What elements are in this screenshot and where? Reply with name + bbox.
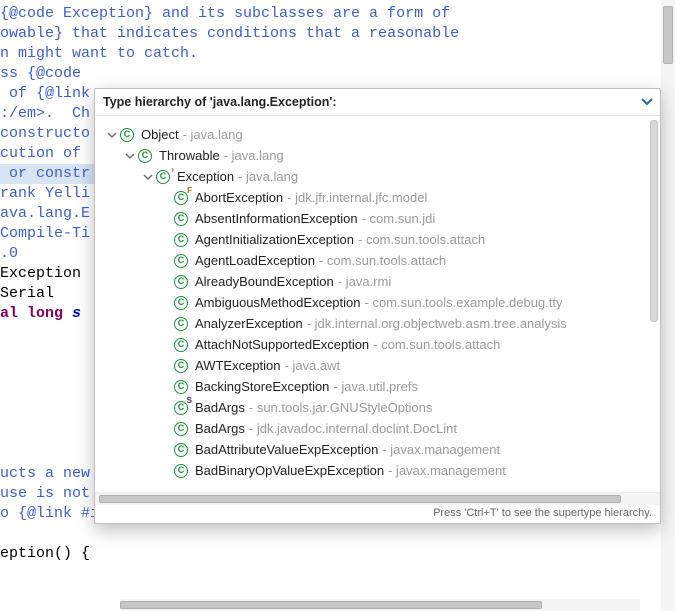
class-icon: [173, 442, 189, 458]
class-name: Object: [141, 127, 179, 142]
class-icon: [173, 211, 189, 227]
expand-toggle[interactable]: [141, 172, 155, 182]
popup-horizontal-scrollbar[interactable]: [95, 492, 660, 505]
tree-node[interactable]: BadArgs - jdk.javadoc.internal.doclint.D…: [105, 418, 660, 439]
package-name: - jdk.jfr.internal.jfc.model: [287, 190, 427, 205]
chevron-down-icon: [107, 130, 117, 140]
class-icon: F: [173, 190, 189, 206]
class-name: AnalyzerException: [195, 316, 303, 331]
popup-hint: Press 'Ctrl+T' to see the supertype hier…: [95, 505, 660, 523]
class-icon: [173, 463, 189, 479]
package-name: - java.lang: [238, 169, 298, 184]
tree-node[interactable]: ›Exception - java.lang: [105, 166, 660, 187]
package-name: - java.rmi: [338, 274, 391, 289]
package-name: - java.awt: [285, 358, 341, 373]
popup-title: Type hierarchy of 'java.lang.Exception':: [103, 95, 337, 109]
code-line: eption() {: [0, 544, 660, 564]
class-name: AbortException: [195, 190, 283, 205]
class-name: Exception: [177, 169, 234, 184]
code-line: [0, 524, 660, 544]
chevron-down-icon: [143, 172, 153, 182]
package-name: - java.lang: [224, 148, 284, 163]
package-name: - com.sun.tools.example.debug.tty: [365, 295, 563, 310]
class-name: BadArgs: [195, 400, 245, 415]
class-icon: [173, 358, 189, 374]
scrollbar-thumb[interactable]: [663, 6, 673, 64]
code-line: {@code Exception} and its subclasses are…: [0, 4, 660, 24]
editor-vertical-scrollbar[interactable]: [661, 0, 675, 611]
package-name: - java.util.prefs: [333, 379, 418, 394]
tree-node[interactable]: AgentInitializationException - com.sun.t…: [105, 229, 660, 250]
class-icon: [173, 253, 189, 269]
class-icon: [119, 127, 135, 143]
scrollbar-thumb[interactable]: [650, 120, 658, 322]
popup-body: Object - java.langThrowable - java.lang›…: [95, 116, 660, 492]
chevron-down-icon: [640, 95, 654, 109]
class-icon: [173, 421, 189, 437]
class-name: BadArgs: [195, 421, 245, 436]
class-icon: [173, 274, 189, 290]
package-name: - sun.tools.jar.GNUStyleOptions: [249, 400, 433, 415]
class-name: BadBinaryOpValueExpException: [195, 463, 384, 478]
class-name: BackingStoreException: [195, 379, 329, 394]
scrollbar-thumb[interactable]: [99, 495, 621, 503]
class-icon: S: [173, 400, 189, 416]
tree-node[interactable]: AlreadyBoundException - java.rmi: [105, 271, 660, 292]
tree-node[interactable]: AgentLoadException - com.sun.tools.attac…: [105, 250, 660, 271]
tree-node[interactable]: SBadArgs - sun.tools.jar.GNUStyleOptions: [105, 397, 660, 418]
class-icon: [173, 337, 189, 353]
package-name: - com.sun.tools.attach: [373, 337, 500, 352]
class-name: AgentLoadException: [195, 253, 315, 268]
class-name: AbsentInformationException: [195, 211, 358, 226]
class-icon: [173, 295, 189, 311]
tree-node[interactable]: BadAttributeValueExpException - javax.ma…: [105, 439, 660, 460]
code-line: owable} that indicates conditions that a…: [0, 24, 660, 44]
chevron-down-icon: [125, 151, 135, 161]
class-name: AmbiguousMethodException: [195, 295, 361, 310]
class-name: Throwable: [159, 148, 220, 163]
type-hierarchy-tree[interactable]: Object - java.langThrowable - java.lang›…: [95, 116, 660, 481]
expand-toggle[interactable]: [123, 151, 137, 161]
class-name: AWTException: [195, 358, 281, 373]
class-icon: [137, 148, 153, 164]
class-name: BadAttributeValueExpException: [195, 442, 378, 457]
popup-menu-button[interactable]: [640, 95, 654, 109]
type-hierarchy-popup: Type hierarchy of 'java.lang.Exception':…: [94, 88, 661, 524]
class-icon: [173, 232, 189, 248]
expand-toggle[interactable]: [105, 130, 119, 140]
package-name: - jdk.internal.org.objectweb.asm.tree.an…: [307, 316, 567, 331]
tree-node[interactable]: AttachNotSupportedException - com.sun.to…: [105, 334, 660, 355]
tree-node[interactable]: BadBinaryOpValueExpException - javax.man…: [105, 460, 660, 481]
package-name: - com.sun.jdi: [362, 211, 436, 226]
class-badge: ›: [171, 166, 174, 174]
class-badge: S: [187, 397, 192, 405]
package-name: - jdk.javadoc.internal.doclint.DocLint: [249, 421, 457, 436]
package-name: - javax.management: [388, 463, 506, 478]
tree-node[interactable]: AbsentInformationException - com.sun.jdi: [105, 208, 660, 229]
package-name: - com.sun.tools.attach: [358, 232, 485, 247]
tree-node[interactable]: Object - java.lang: [105, 124, 660, 145]
tree-node[interactable]: AmbiguousMethodException - com.sun.tools…: [105, 292, 660, 313]
class-name: AlreadyBoundException: [195, 274, 334, 289]
tree-vertical-scrollbar[interactable]: [650, 120, 658, 400]
class-name: AttachNotSupportedException: [195, 337, 369, 352]
class-icon: [173, 316, 189, 332]
class-icon: [173, 379, 189, 395]
class-icon: ›: [155, 169, 171, 185]
popup-header: Type hierarchy of 'java.lang.Exception':: [95, 89, 660, 116]
code-line: n might want to catch.: [0, 44, 660, 64]
tree-node[interactable]: BackingStoreException - java.util.prefs: [105, 376, 660, 397]
code-line: ss {@code: [0, 64, 660, 84]
tree-node[interactable]: Throwable - java.lang: [105, 145, 660, 166]
class-badge: F: [187, 187, 192, 195]
package-name: - com.sun.tools.attach: [319, 253, 446, 268]
tree-node[interactable]: FAbortException - jdk.jfr.internal.jfc.m…: [105, 187, 660, 208]
tree-node[interactable]: AWTException - java.awt: [105, 355, 660, 376]
package-name: - javax.management: [382, 442, 500, 457]
scrollbar-thumb[interactable]: [120, 601, 542, 609]
class-name: AgentInitializationException: [195, 232, 354, 247]
editor-horizontal-scrollbar[interactable]: [120, 599, 640, 611]
tree-node[interactable]: AnalyzerException - jdk.internal.org.obj…: [105, 313, 660, 334]
package-name: - java.lang: [183, 127, 243, 142]
